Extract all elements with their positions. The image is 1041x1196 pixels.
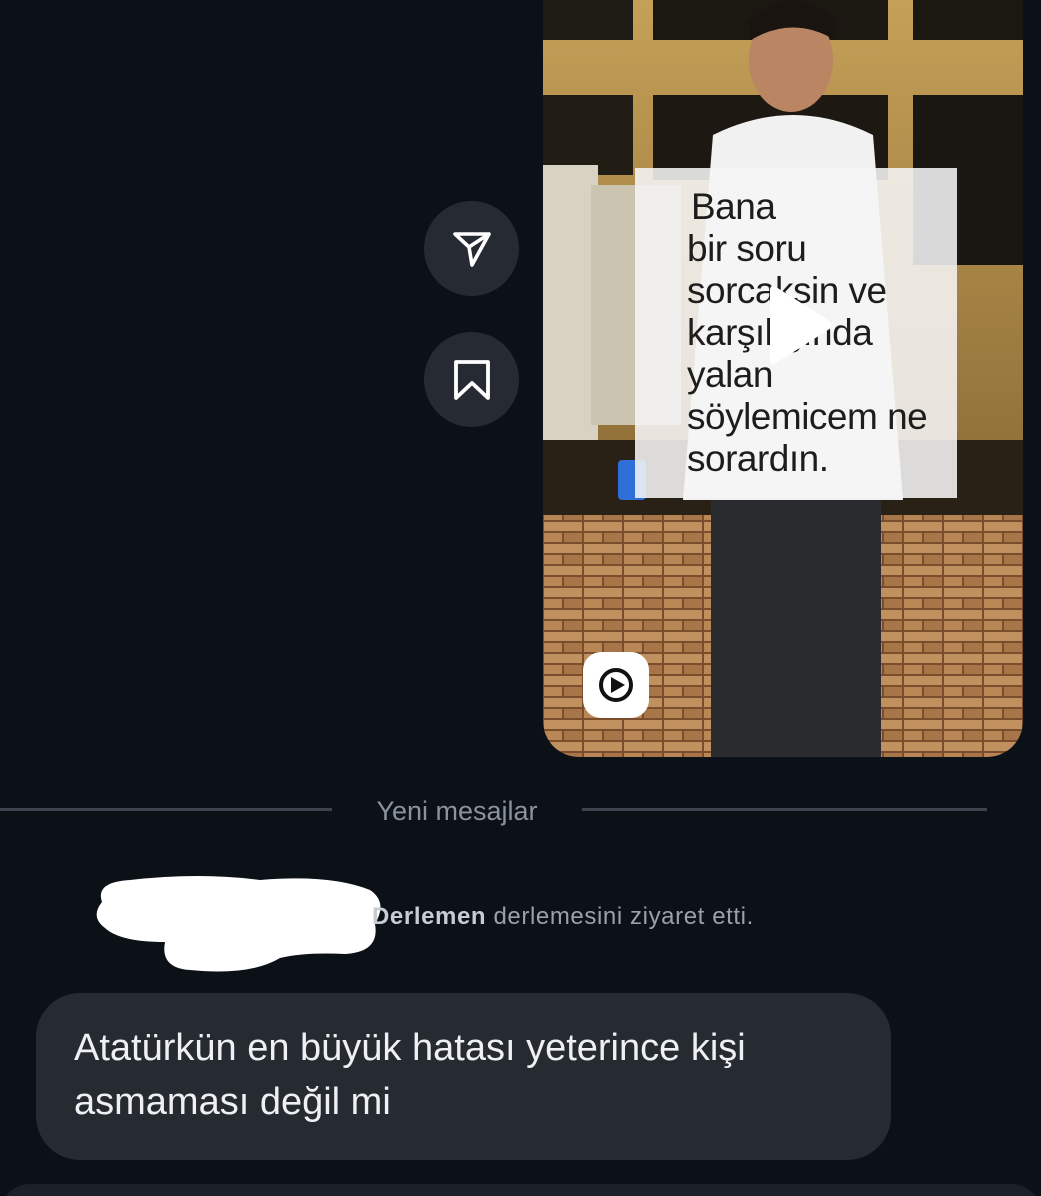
divider-line: [0, 808, 332, 811]
share-button[interactable]: [424, 201, 519, 296]
caption-line: bir soru: [687, 228, 807, 269]
chat-screen: Bana bir soru sorcaksin ve karşılığında …: [0, 0, 1041, 1196]
new-messages-divider: Yeni mesajlar: [376, 796, 538, 826]
caption-line: söylemicem ne: [687, 396, 928, 437]
caption-line: Bana: [691, 186, 776, 227]
save-button[interactable]: [424, 332, 519, 427]
reel-icon: [583, 652, 649, 718]
caption-line: sorardın.: [687, 438, 829, 479]
visit-event: Derlemen derlemesini ziyaret etti.: [372, 903, 754, 931]
play-icon[interactable]: [748, 280, 838, 370]
send-icon: [452, 231, 491, 267]
message-line: asmaması değil mi: [74, 1081, 391, 1123]
divider-line: [582, 808, 987, 811]
event-suffix: derlemesini ziyaret etti.: [486, 903, 754, 930]
bookmark-icon: [453, 359, 490, 400]
message-line: Atatürkün en büyük hatası yeterince kişi: [74, 1027, 746, 1069]
shared-reel-card[interactable]: Bana bir soru sorcaksin ve karşılığında …: [543, 0, 1023, 757]
message-bubble[interactable]: Atatürkün en büyük hatası yeterince kişi…: [36, 993, 891, 1160]
redacted-username: [96, 876, 381, 972]
composer-edge: [0, 1184, 1041, 1196]
collection-name[interactable]: Derlemen: [372, 903, 486, 930]
